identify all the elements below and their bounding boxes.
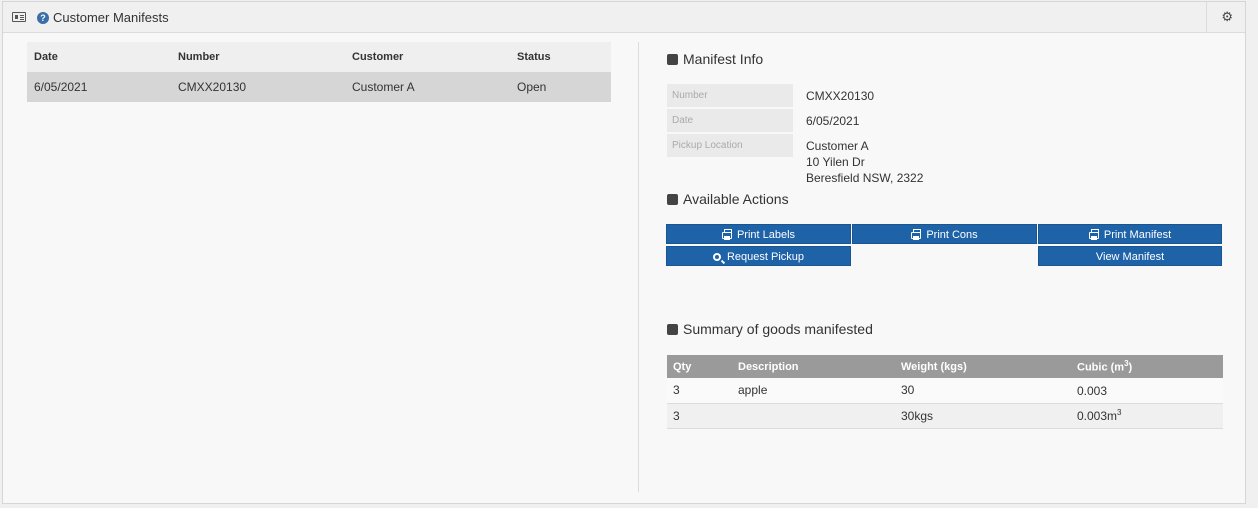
date-value: 6/05/2021 [806, 114, 860, 128]
cell-weight: 30 [895, 378, 1071, 404]
cell-qty: 3 [667, 403, 732, 429]
pickup-line-2: 10 Yilen Dr [806, 155, 865, 169]
print-cons-label: Print Cons [926, 229, 978, 241]
print-manifest-button[interactable]: Print Manifest [1038, 224, 1222, 244]
cubic-value: 0.003 [1077, 383, 1108, 398]
request-pickup-label: Request Pickup [726, 251, 805, 263]
help-icon[interactable]: ? [37, 12, 49, 24]
column-header-cubic: Cubic (m3) [1071, 355, 1223, 378]
cell-description: apple [732, 378, 895, 404]
cubic-header-end: ) [1128, 361, 1133, 374]
column-header-number[interactable]: Number [171, 42, 345, 72]
cubic-sup: 3 [1117, 408, 1122, 417]
number-label: Number [667, 84, 793, 107]
column-header-description: Description [732, 355, 895, 378]
cubic-header-text: Cubic (m [1077, 361, 1125, 374]
date-label: Date [667, 109, 793, 132]
panel-header: ? Customer Manifests ⚙ [3, 2, 1245, 33]
available-actions-title: Available Actions [683, 191, 789, 207]
goods-summary-title: Summary of goods manifested [683, 321, 873, 337]
square-icon [667, 324, 678, 335]
print-labels-label: Print Labels [736, 229, 796, 241]
gear-icon[interactable]: ⚙ [1221, 9, 1233, 25]
pickup-line-1: Customer A [806, 139, 869, 153]
column-header-status[interactable]: Status [510, 42, 611, 72]
view-manifest-button[interactable]: View Manifest [1038, 246, 1222, 266]
column-header-weight: Weight (kgs) [895, 355, 1071, 378]
print-manifest-label: Print Manifest [1103, 229, 1172, 241]
square-icon [667, 54, 678, 65]
goods-summary-heading: Summary of goods manifested [667, 321, 873, 337]
cell-weight: 30kgs [895, 403, 1071, 429]
cell-date: 6/05/2021 [27, 72, 171, 102]
panel-title: Customer Manifests [53, 10, 169, 25]
goods-header-row: Qty Description Weight (kgs) Cubic (m3) [667, 355, 1223, 378]
print-cons-button[interactable]: Print Cons [852, 224, 1037, 244]
print-labels-button[interactable]: Print Labels [666, 224, 851, 244]
printer-icon [911, 229, 922, 240]
column-header-qty: Qty [667, 355, 732, 378]
printer-icon [1088, 229, 1099, 240]
view-manifest-label: View Manifest [1095, 251, 1165, 263]
available-actions-heading: Available Actions [667, 191, 789, 207]
cell-status: Open [510, 72, 611, 102]
manifest-list-table: Date Number Customer Status 6/05/2021 CM… [27, 42, 611, 102]
number-value: CMXX20130 [806, 89, 875, 103]
printer-icon [721, 229, 732, 240]
goods-table: Qty Description Weight (kgs) Cubic (m3) … [667, 355, 1223, 429]
column-header-customer[interactable]: Customer [345, 42, 510, 72]
list-icon [12, 12, 26, 22]
table-header-row: Date Number Customer Status [27, 42, 611, 72]
search-icon [712, 253, 721, 261]
header-divider [1206, 2, 1207, 33]
column-header-date[interactable]: Date [27, 42, 171, 72]
table-row: 3 30kgs 0.003m3 [667, 403, 1223, 429]
manifest-info-title: Manifest Info [683, 51, 764, 67]
cell-customer: Customer A [345, 72, 510, 102]
cell-number: CMXX20130 [171, 72, 345, 102]
cell-cubic: 0.003m3 [1071, 403, 1223, 429]
pickup-location-value: Customer A 10 Yilen Dr Beresfield NSW, 2… [806, 138, 923, 186]
request-pickup-button[interactable]: Request Pickup [666, 246, 851, 266]
customer-manifests-panel: ? Customer Manifests ⚙ Date Number Custo… [2, 1, 1246, 504]
manifest-info-heading: Manifest Info [667, 51, 763, 67]
cell-description [732, 403, 895, 429]
cubic-value: 0.003m [1077, 409, 1118, 423]
pickup-line-3: Beresfield NSW, 2322 [806, 171, 924, 185]
table-row: 3 apple 30 0.003 [667, 378, 1223, 404]
cell-qty: 3 [667, 378, 732, 404]
square-icon [667, 194, 678, 205]
cell-cubic: 0.003 [1071, 378, 1223, 404]
pickup-location-label: Pickup Location [667, 134, 793, 157]
column-divider [638, 42, 639, 492]
table-row[interactable]: 6/05/2021 CMXX20130 Customer A Open [27, 72, 611, 102]
